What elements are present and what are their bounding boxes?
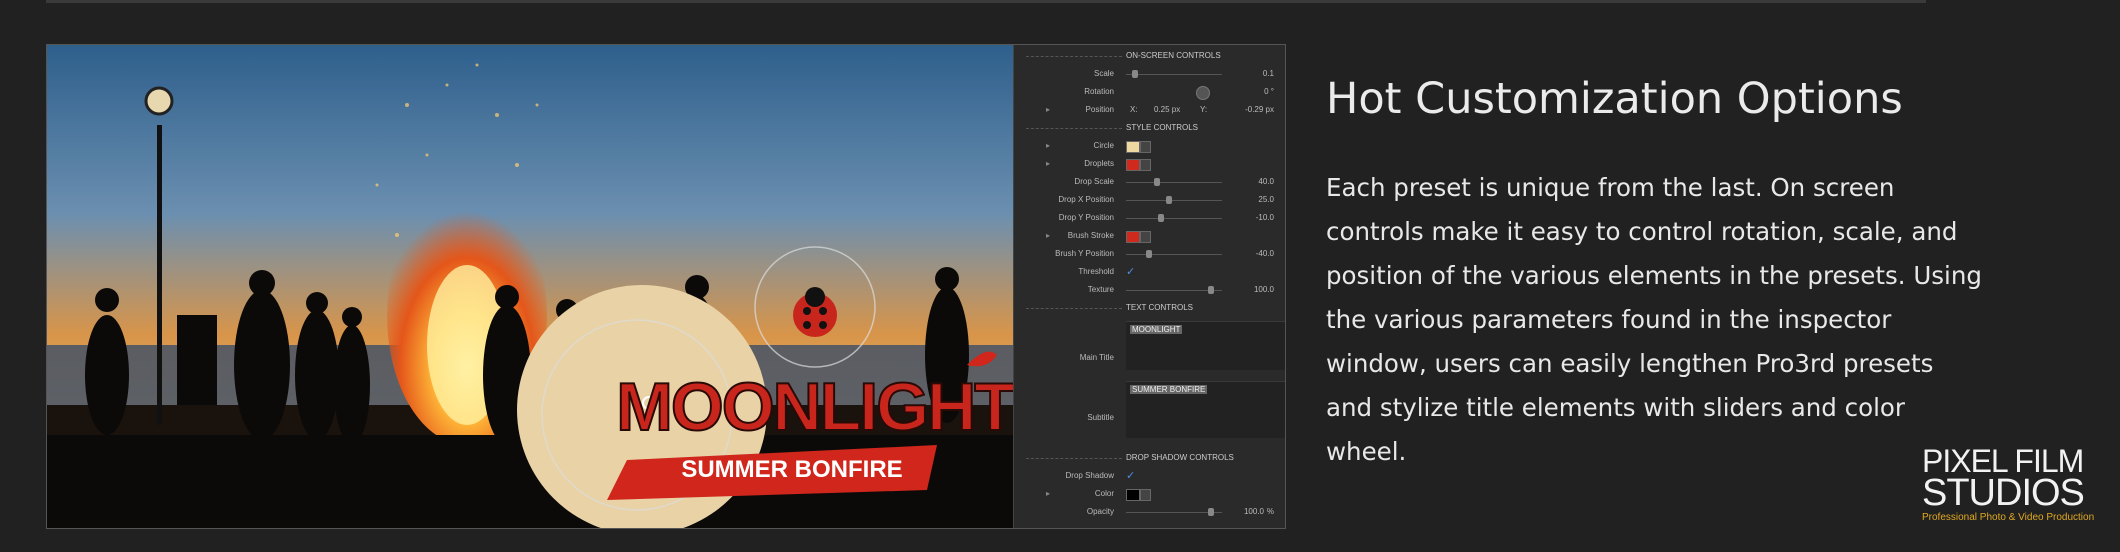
- droplets-disclosure-icon[interactable]: ▸: [1046, 159, 1050, 168]
- opacity-knob[interactable]: [1208, 508, 1214, 516]
- scale-label: Scale: [1093, 69, 1114, 78]
- preview-title: MOONLIGHT: [616, 369, 1013, 445]
- drop-scale-knob[interactable]: [1154, 178, 1160, 186]
- position-label: Position: [1085, 105, 1114, 114]
- drop-scale-value[interactable]: 40.0: [1258, 177, 1274, 186]
- rotation-value[interactable]: 0 °: [1264, 87, 1274, 96]
- brush-y-knob[interactable]: [1146, 250, 1152, 258]
- product-screenshot: MOONLIGHT SUMMER BONFIRE ON-SCREEN CONTR…: [46, 44, 1286, 529]
- preview-subtitle: SUMMER BONFIRE: [681, 456, 902, 483]
- drop-x-knob[interactable]: [1166, 196, 1172, 204]
- circle-disclosure-icon[interactable]: ▸: [1046, 141, 1050, 150]
- section-text-controls[interactable]: TEXT CONTROLS: [1126, 303, 1193, 312]
- drop-x-slider[interactable]: [1126, 200, 1222, 201]
- scale-slider[interactable]: [1126, 74, 1222, 75]
- brush-stroke-color-swatch[interactable]: [1126, 231, 1140, 243]
- threshold-label: Threshold: [1078, 267, 1114, 276]
- drop-scale-label: Drop Scale: [1074, 177, 1114, 186]
- drop-x-value[interactable]: 25.0: [1258, 195, 1274, 204]
- section-on-screen-controls[interactable]: ON-SCREEN CONTROLS: [1126, 51, 1221, 60]
- droplets-color-swatch[interactable]: [1126, 159, 1140, 171]
- brush-stroke-label: Brush Stroke: [1067, 231, 1114, 240]
- drop-y-value[interactable]: -10.0: [1256, 213, 1274, 222]
- section-drop-shadow-controls[interactable]: DROP SHADOW CONTROLS: [1126, 453, 1234, 462]
- subtitle-label: Subtitle: [1087, 413, 1114, 422]
- opacity-value[interactable]: 100.0: [1244, 507, 1264, 516]
- position-y-value[interactable]: -0.29 px: [1245, 105, 1274, 114]
- pixel-film-studios-logo[interactable]: PIXEL FILM STUDIOS Professional Photo & …: [1922, 445, 2112, 523]
- color-label: Color: [1094, 489, 1114, 498]
- brush-stroke-disclosure-icon[interactable]: ▸: [1046, 231, 1050, 240]
- circle-color-dropdown[interactable]: [1140, 141, 1151, 153]
- scale-slider-knob[interactable]: [1132, 70, 1138, 78]
- logo-tagline: Professional Photo & Video Production: [1922, 512, 2095, 523]
- position-y-label: Y:: [1200, 105, 1208, 114]
- scale-value[interactable]: 0.1: [1263, 69, 1274, 78]
- brush-y-label: Brush Y Position: [1055, 249, 1114, 258]
- drop-x-label: Drop X Position: [1058, 195, 1114, 204]
- droplets-label: Droplets: [1084, 159, 1114, 168]
- section-heading: Hot Customization Options: [1326, 74, 1903, 124]
- preview-canvas: MOONLIGHT SUMMER BONFIRE: [47, 45, 1013, 528]
- main-title-text: MOONLIGHT: [1130, 325, 1183, 334]
- drop-y-label: Drop Y Position: [1058, 213, 1114, 222]
- main-title-label: Main Title: [1079, 353, 1114, 362]
- rotation-dial[interactable]: [1196, 86, 1210, 100]
- rotation-label: Rotation: [1084, 87, 1114, 96]
- brush-y-value[interactable]: -40.0: [1256, 249, 1274, 258]
- section-style-controls[interactable]: STYLE CONTROLS: [1126, 123, 1198, 132]
- circle-label: Circle: [1093, 141, 1114, 150]
- opacity-label: Opacity: [1086, 507, 1114, 516]
- texture-knob[interactable]: [1208, 286, 1214, 294]
- droplets-color-dropdown[interactable]: [1140, 159, 1151, 171]
- position-x-label: X:: [1130, 105, 1138, 114]
- position-x-value[interactable]: 0.25 px: [1154, 105, 1180, 114]
- shadow-color-dropdown[interactable]: [1140, 489, 1151, 501]
- drop-shadow-label: Drop Shadow: [1065, 471, 1114, 480]
- texture-value[interactable]: 100.0: [1254, 285, 1274, 294]
- drop-scale-slider[interactable]: [1126, 182, 1222, 183]
- color-disclosure-icon[interactable]: ▸: [1046, 489, 1050, 498]
- brush-stroke-dropdown[interactable]: [1140, 231, 1151, 243]
- subtitle-field[interactable]: SUMMER BONFIRE: [1126, 381, 1285, 438]
- logo-line2: STUDIOS: [1922, 472, 2085, 514]
- brush-y-slider[interactable]: [1126, 254, 1222, 255]
- circle-color-swatch[interactable]: [1126, 141, 1140, 153]
- drop-y-slider[interactable]: [1126, 218, 1222, 219]
- position-disclosure-icon[interactable]: ▸: [1046, 105, 1050, 114]
- bonfire-preview: MOONLIGHT SUMMER BONFIRE: [47, 45, 1013, 528]
- section-description: Each preset is unique from the last. On …: [1326, 173, 1982, 466]
- subtitle-text: SUMMER BONFIRE: [1130, 385, 1208, 394]
- shadow-color-swatch[interactable]: [1126, 489, 1140, 501]
- threshold-checkbox[interactable]: ✓: [1126, 265, 1135, 278]
- top-divider: [46, 0, 1926, 3]
- opacity-unit: %: [1266, 507, 1274, 516]
- texture-label: Texture: [1087, 285, 1114, 294]
- inspector-panel: ON-SCREEN CONTROLS Scale 0.1 Rotation 0 ° …: [1013, 45, 1285, 528]
- drop-y-knob[interactable]: [1158, 214, 1164, 222]
- drop-shadow-checkbox[interactable]: ✓: [1126, 469, 1135, 482]
